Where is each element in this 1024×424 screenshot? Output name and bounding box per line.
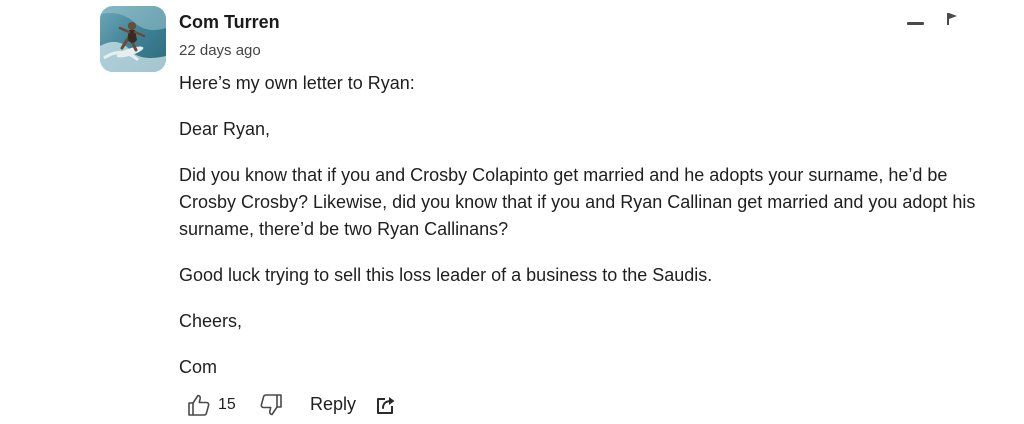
comment: Com Turren 22 days ago Here’s my own let…: [0, 0, 1024, 424]
thumbs-up-icon: [188, 394, 210, 416]
surfer-avatar-image: [100, 6, 166, 72]
collapse-button[interactable]: [904, 12, 928, 32]
comment-paragraph: Good luck trying to sell this loss leade…: [179, 265, 713, 285]
dislike-button[interactable]: [258, 392, 284, 418]
like-button[interactable]: [186, 392, 212, 418]
flag-icon: [947, 13, 957, 25]
report-button[interactable]: [942, 10, 962, 30]
comment-paragraph: Cheers,: [179, 311, 243, 331]
comment-paragraph: Dear Ryan,: [179, 119, 271, 139]
reply-button[interactable]: Reply: [310, 394, 356, 415]
avatar[interactable]: [100, 6, 166, 72]
share-button[interactable]: [374, 393, 398, 417]
comment-paragraph: Did you know that if you and Crosby Cola…: [179, 165, 976, 239]
minus-icon: [907, 22, 924, 25]
share-icon: [377, 397, 395, 414]
author-name[interactable]: Com Turren: [179, 12, 280, 33]
thumbs-down-icon: [260, 394, 282, 416]
comment-paragraph: Com: [179, 357, 218, 377]
comment-timestamp: 22 days ago: [179, 42, 261, 59]
like-count: 15: [218, 396, 236, 413]
comment-body: Here’s my own letter to Ryan: Dear Ryan,…: [179, 70, 999, 400]
comment-paragraph: Here’s my own letter to Ryan:: [179, 73, 415, 93]
